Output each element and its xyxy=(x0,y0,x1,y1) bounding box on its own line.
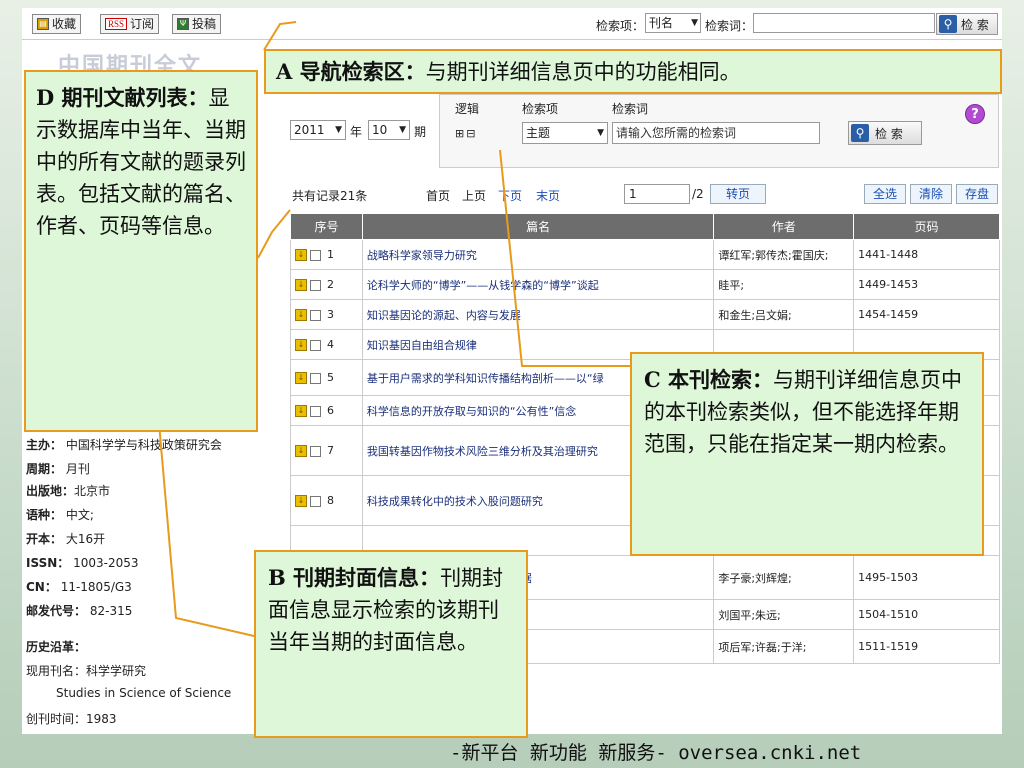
connector-a xyxy=(263,21,297,51)
callout-d-article-list: D 期刊文献列表：显示数据库中当年、当期中的所有文献的题录列表。包括文献的篇名、… xyxy=(24,70,258,432)
callout-c-journal-search: C 本刊检索：与期刊详细信息页中的本刊检索类似，但不能选择年期范围，只能在指定某… xyxy=(630,352,984,556)
connector-d xyxy=(257,209,291,259)
callout-a-navigation: A 导航检索区：与期刊详细信息页中的功能相同。 xyxy=(264,49,1002,94)
callout-b-cover-info: B 刊期封面信息：刊期封面信息显示检索的该期刊当年当期的封面信息。 xyxy=(254,550,528,738)
connector-c xyxy=(499,149,630,367)
